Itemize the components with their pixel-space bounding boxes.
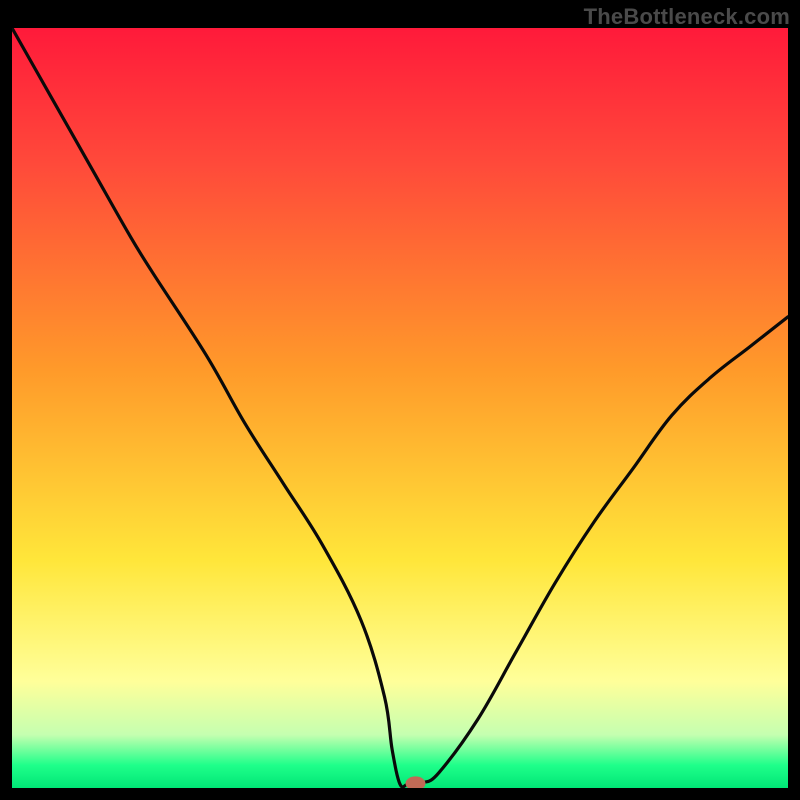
- background-gradient: [12, 28, 788, 788]
- chart-frame: TheBottleneck.com: [0, 0, 800, 800]
- chart-svg: [12, 28, 788, 788]
- watermark-text: TheBottleneck.com: [584, 4, 790, 30]
- plot-area: [12, 28, 788, 788]
